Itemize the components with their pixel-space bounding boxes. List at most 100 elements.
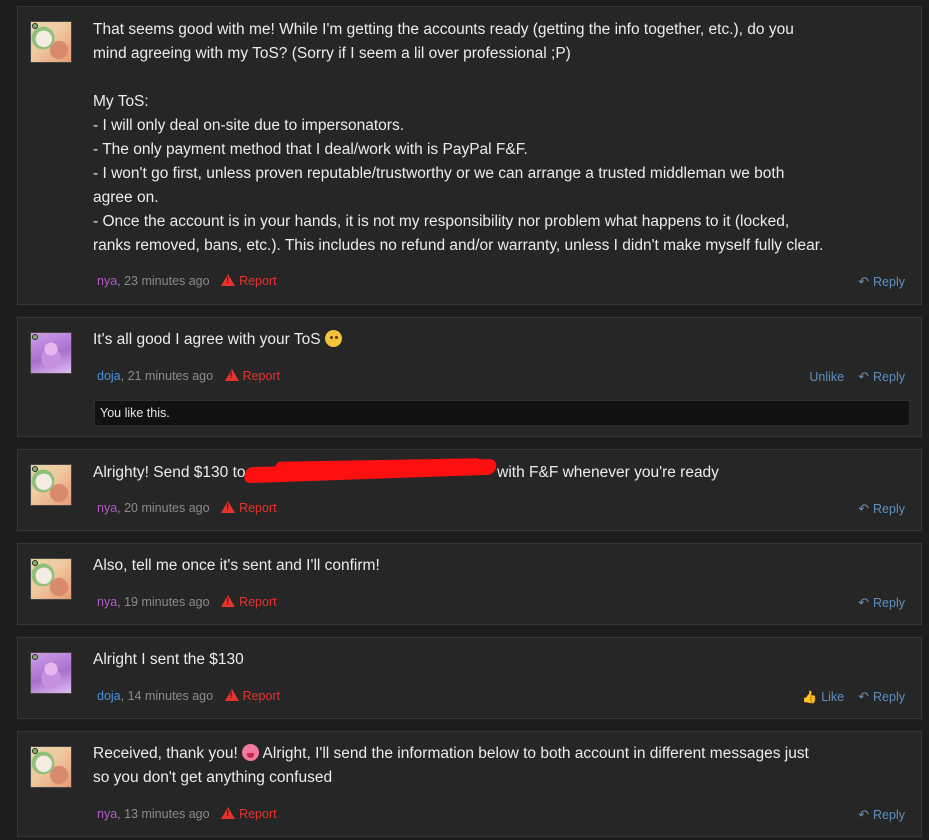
post: Received, thank you! Alright, I'll send … <box>17 731 922 837</box>
post-meta: doja, 14 minutes ago Report <box>97 689 280 703</box>
avatar[interactable] <box>30 332 72 374</box>
reply-link[interactable]: ↶ Reply <box>858 689 905 704</box>
message-line: - Once the account is in your hands, it … <box>93 213 790 230</box>
message-text: Received, thank you! <box>93 745 238 762</box>
message-line: - The only payment method that I deal/wo… <box>93 141 528 158</box>
author-name[interactable]: doja <box>97 369 121 383</box>
post: That seems good with me! While I'm getti… <box>17 6 922 305</box>
reply-label: Reply <box>873 275 905 289</box>
message-body: Received, thank you! Alright, I'll send … <box>93 742 909 790</box>
post-actions: ↶ Reply <box>858 595 905 611</box>
redacted-scribble <box>250 460 493 482</box>
likes-summary: You like this. <box>94 400 910 426</box>
message-line: ranks removed, bans, etc.). This include… <box>93 237 824 254</box>
like-link[interactable]: 👍 Like <box>802 690 844 704</box>
post-time[interactable]: 23 minutes ago <box>124 274 209 288</box>
post-meta: nya, 19 minutes ago Report <box>97 595 277 609</box>
reply-link[interactable]: ↶ Reply <box>858 807 905 822</box>
warning-icon <box>221 274 236 286</box>
message-line: My ToS: <box>93 93 149 110</box>
message-line: Alright I sent the $130 <box>93 651 244 668</box>
author-name[interactable]: nya <box>97 501 117 515</box>
post: Alright I sent the $130 doja, 14 minutes… <box>17 637 922 719</box>
post: Alrighty! Send $130 to with F&F whenever… <box>17 449 922 531</box>
tongue-face-emoji <box>242 744 260 761</box>
online-status-dot <box>32 560 38 566</box>
report-label: Report <box>242 369 281 383</box>
like-icon: 👍 <box>802 690 818 704</box>
reply-link[interactable]: ↶ Reply <box>858 501 905 516</box>
message-body: That seems good with me! While I'm getti… <box>93 18 909 258</box>
post-time[interactable]: 21 minutes ago <box>128 369 213 383</box>
post-time[interactable]: 13 minutes ago <box>124 807 209 821</box>
avatar[interactable] <box>30 558 72 600</box>
message-line: Also, tell me once it's sent and I'll co… <box>93 557 380 574</box>
like-label: Like <box>821 690 845 704</box>
avatar[interactable] <box>30 652 72 694</box>
report-label: Report <box>239 501 277 515</box>
report-link[interactable]: Report <box>221 274 277 288</box>
message-line: so you don't get anything confused <box>93 769 333 786</box>
post-meta: doja, 21 minutes ago Report <box>97 369 280 383</box>
author-name[interactable]: nya <box>97 595 117 609</box>
unlike-link[interactable]: Unlike <box>809 370 844 384</box>
message-text: Alright, I'll send the information below… <box>262 745 809 762</box>
report-link[interactable]: Report <box>221 807 277 821</box>
message-line <box>93 66 909 90</box>
post-meta: nya, 23 minutes ago Report <box>97 274 277 288</box>
message-line: - I won't go first, unless proven reputa… <box>93 165 785 182</box>
reply-icon: ↶ <box>858 807 870 822</box>
message-line: It's all good I agree with your ToS <box>93 328 909 352</box>
message-line: mind agreeing with my ToS? (Sorry if I s… <box>93 45 571 62</box>
online-status-dot <box>32 748 38 754</box>
online-status-dot <box>32 466 38 472</box>
reply-label: Reply <box>873 502 905 516</box>
online-status-dot <box>32 334 38 340</box>
post-actions: ↶ Reply <box>858 807 905 823</box>
post: Also, tell me once it's sent and I'll co… <box>17 543 922 625</box>
author-name[interactable]: nya <box>97 807 117 821</box>
author-name[interactable]: nya <box>97 274 117 288</box>
author-name[interactable]: doja <box>97 689 121 703</box>
post-time[interactable]: 20 minutes ago <box>124 501 209 515</box>
message-text: It's all good I agree with your ToS <box>93 331 321 348</box>
post-actions: ↶ Reply <box>858 501 905 517</box>
post-actions: Unlike ↶ Reply <box>809 369 905 385</box>
warning-icon <box>224 689 239 701</box>
warning-icon <box>224 369 239 381</box>
online-status-dot <box>32 23 38 29</box>
post-actions: ↶ Reply <box>858 274 905 290</box>
post-actions: 👍 Like ↶ Reply <box>802 689 905 705</box>
reply-icon: ↶ <box>858 501 870 516</box>
reply-link[interactable]: ↶ Reply <box>858 595 905 610</box>
warning-icon <box>221 595 236 607</box>
avatar[interactable] <box>30 464 72 506</box>
message-body: Alrighty! Send $130 to with F&F whenever… <box>93 460 909 485</box>
message-line: Received, thank you! Alright, I'll send … <box>93 742 909 766</box>
report-label: Report <box>239 595 277 609</box>
message-line: That seems good with me! While I'm getti… <box>93 21 794 38</box>
reply-label: Reply <box>873 596 905 610</box>
message-body: It's all good I agree with your ToS <box>93 328 909 352</box>
message-text: with F&F whenever you're ready <box>497 464 719 481</box>
message-body: Alright I sent the $130 <box>93 648 909 672</box>
report-label: Report <box>242 689 281 703</box>
message-body: Also, tell me once it's sent and I'll co… <box>93 554 909 578</box>
warning-icon <box>221 807 236 819</box>
post-time[interactable]: 19 minutes ago <box>124 595 209 609</box>
report-link[interactable]: Report <box>221 595 277 609</box>
report-link[interactable]: Report <box>224 689 281 703</box>
reply-icon: ↶ <box>858 689 870 704</box>
post-time[interactable]: 14 minutes ago <box>128 689 213 703</box>
reply-icon: ↶ <box>858 369 870 384</box>
reply-link[interactable]: ↶ Reply <box>858 369 905 384</box>
report-link[interactable]: Report <box>221 501 277 515</box>
avatar[interactable] <box>30 746 72 788</box>
avatar[interactable] <box>30 21 72 63</box>
thinking-face-emoji <box>324 330 342 347</box>
report-label: Report <box>239 807 277 821</box>
report-link[interactable]: Report <box>224 369 281 383</box>
reply-link[interactable]: ↶ Reply <box>858 274 905 289</box>
post-meta: nya, 20 minutes ago Report <box>97 501 277 515</box>
reply-icon: ↶ <box>858 274 870 289</box>
